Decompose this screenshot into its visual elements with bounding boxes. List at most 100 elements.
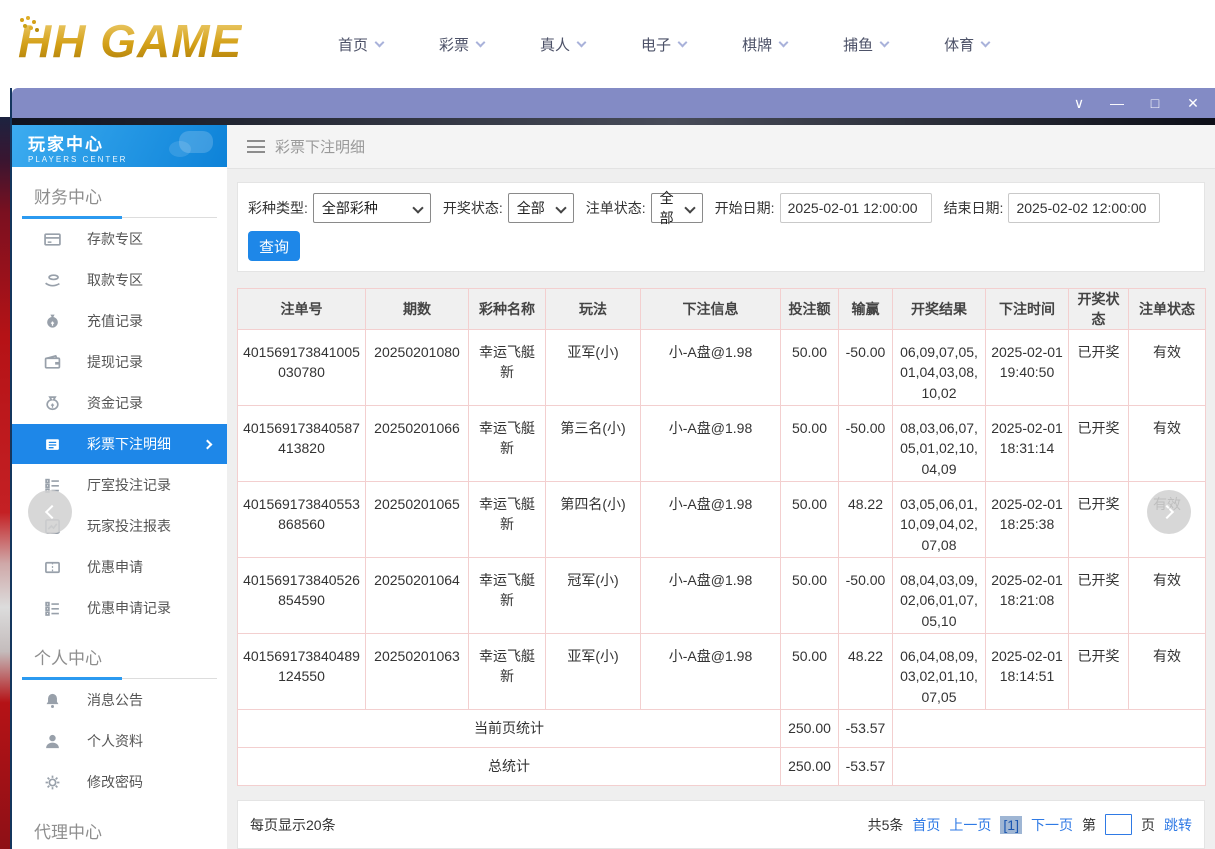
sidebar-section-title: 财务中心 — [22, 183, 217, 218]
sidebar-item-lottery-bet-detail[interactable]: 彩票下注明细 — [12, 424, 227, 464]
sidebar-item-withdrawal-record[interactable]: 提现记录 — [12, 342, 227, 382]
table-cell: 401569173841005030780 — [238, 330, 366, 406]
gamepad-icon — [179, 131, 213, 153]
table-cell: 50.00 — [781, 634, 839, 710]
menu-toggle-icon[interactable] — [247, 140, 265, 153]
sidebar-item-promo-apply[interactable]: 优惠申请 — [12, 547, 227, 587]
nav-lottery[interactable]: 彩票 — [439, 34, 484, 55]
column-header: 开奖结果 — [893, 289, 986, 330]
column-header: 开奖状态 — [1069, 289, 1129, 330]
nav-home[interactable]: 首页 — [338, 34, 383, 55]
sidebar-item-funds-record[interactable]: 资金记录 — [12, 383, 227, 423]
table-header-row: 注单号期数彩种名称玩法下注信息投注额输赢开奖结果下注时间开奖状态注单状态 — [238, 289, 1206, 330]
desktop-background-strip — [0, 117, 10, 849]
person-icon — [44, 733, 61, 750]
draw-status-label: 开奖状态: — [443, 198, 503, 218]
table-cell: 20250201064 — [366, 558, 469, 634]
query-button[interactable]: 查询 — [248, 231, 300, 261]
sidebar-item-promo-apply-record[interactable]: 优惠申请记录 — [12, 588, 227, 628]
table-row: 40156917384048912455020250201063幸运飞艇新亚军(… — [238, 634, 1206, 710]
table-cell: 50.00 — [781, 482, 839, 558]
column-header: 输赢 — [839, 289, 893, 330]
table-cell: 有效 — [1129, 634, 1206, 710]
nav-sports[interactable]: 体育 — [944, 34, 989, 55]
table-cell: 幸运飞艇新 — [469, 330, 546, 406]
chevron-right-icon — [203, 439, 213, 449]
table-row: 40156917384100503078020250201080幸运飞艇新亚军(… — [238, 330, 1206, 406]
start-date-input[interactable] — [780, 193, 932, 223]
chevron-down-icon — [981, 37, 991, 47]
logo-text: HH GAME — [18, 16, 242, 67]
window-close-icon[interactable]: ✕ — [1185, 96, 1201, 110]
table-cell: 小-A盘@1.98 — [641, 634, 781, 710]
page-jump-input[interactable] — [1105, 814, 1132, 835]
pagination-bar: 每页显示20条 共5条 首页 上一页 [1] 下一页 第 页 跳转 — [237, 800, 1205, 849]
summary-bet-total: 250.00 — [781, 748, 839, 786]
sidebar-item-change-password[interactable]: 修改密码 — [12, 762, 227, 802]
brand-logo[interactable]: HH GAME — [18, 16, 242, 67]
table-cell: 2025-02-01 18:14:51 — [986, 634, 1069, 710]
sidebar-item-profile[interactable]: 个人资料 — [12, 721, 227, 761]
bets-table-panel: 注单号期数彩种名称玩法下注信息投注额输赢开奖结果下注时间开奖状态注单状态 401… — [237, 288, 1205, 786]
start-date-label: 开始日期: — [715, 198, 775, 218]
table-cell: 08,03,06,07,05,01,02,10,04,09 — [893, 406, 986, 482]
table-cell: 小-A盘@1.98 — [641, 330, 781, 406]
sidebar-subtitle: PLAYERS CENTER — [28, 155, 227, 164]
current-page-badge[interactable]: [1] — [1000, 816, 1022, 834]
gear-icon — [44, 774, 61, 791]
draw-status-select[interactable]: 全部 — [508, 193, 574, 223]
table-cell: 08,04,03,09,02,06,01,07,05,10 — [893, 558, 986, 634]
chevron-down-icon — [476, 37, 486, 47]
window-minimize-icon[interactable]: — — [1109, 96, 1125, 110]
table-cell: 小-A盘@1.98 — [641, 558, 781, 634]
recharge-bag-icon — [44, 313, 61, 330]
first-page-link[interactable]: 首页 — [912, 815, 940, 835]
nav-electronic[interactable]: 电子 — [641, 34, 686, 55]
sidebar-item-announcements[interactable]: 消息公告 — [12, 680, 227, 720]
lottery-type-select[interactable]: 全部彩种 — [313, 193, 431, 223]
table-cell: 20250201063 — [366, 634, 469, 710]
table-cell: 2025-02-01 19:40:50 — [986, 330, 1069, 406]
sidebar-collapse-button[interactable] — [28, 490, 72, 534]
table-cell: 03,05,06,01,10,09,04,02,07,08 — [893, 482, 986, 558]
jump-suffix: 页 — [1141, 815, 1155, 835]
nav-fishing[interactable]: 捕鱼 — [843, 34, 888, 55]
window-maximize-icon[interactable]: □ — [1147, 96, 1163, 110]
sidebar-header: 玩家中心 PLAYERS CENTER — [12, 125, 227, 167]
nav-boardgames[interactable]: 棋牌 — [742, 34, 787, 55]
table-row: 40156917384055386856020250201065幸运飞艇新第四名… — [238, 482, 1206, 558]
table-cell: 06,09,07,05,01,04,03,08,10,02 — [893, 330, 986, 406]
order-status-select[interactable]: 全部 — [651, 193, 703, 223]
prev-page-link[interactable]: 上一页 — [949, 815, 991, 835]
page-size-text: 每页显示20条 — [250, 815, 336, 835]
jump-button[interactable]: 跳转 — [1164, 815, 1192, 835]
table-cell: 亚军(小) — [546, 634, 641, 710]
table-cell: 已开奖 — [1069, 330, 1129, 406]
column-header: 玩法 — [546, 289, 641, 330]
chevron-left-icon — [45, 505, 59, 519]
table-cell: 2025-02-01 18:25:38 — [986, 482, 1069, 558]
table-cell: 有效 — [1129, 406, 1206, 482]
column-header: 下注时间 — [986, 289, 1069, 330]
page-root: HH GAME 首页 彩票 真人 电子 棋牌 捕鱼 体育 ∨ — □ ✕ 玩家中心 PLAYERS… — [0, 0, 1215, 849]
table-cell: 小-A盘@1.98 — [641, 406, 781, 482]
summary-label: 总统计 — [238, 748, 781, 786]
panel-expand-button[interactable] — [1147, 490, 1191, 534]
column-header: 彩种名称 — [469, 289, 546, 330]
nav-live[interactable]: 真人 — [540, 34, 585, 55]
order-status-label: 注单状态: — [586, 198, 646, 218]
table-cell: 有效 — [1129, 558, 1206, 634]
table-cell: 2025-02-01 18:21:08 — [986, 558, 1069, 634]
table-cell: 第四名(小) — [546, 482, 641, 558]
next-page-link[interactable]: 下一页 — [1031, 815, 1073, 835]
end-date-input[interactable] — [1008, 193, 1160, 223]
sidebar-item-recharge-record[interactable]: 充值记录 — [12, 301, 227, 341]
sidebar-item-deposit-zone[interactable]: 存款专区 — [12, 219, 227, 259]
sidebar-item-withdraw-zone[interactable]: 取款专区 — [12, 260, 227, 300]
table-cell: -50.00 — [839, 406, 893, 482]
table-cell: 已开奖 — [1069, 406, 1129, 482]
bank-card-icon — [44, 231, 61, 248]
window-collapse-icon[interactable]: ∨ — [1071, 96, 1087, 110]
content-header: 彩票下注明细 — [227, 125, 1215, 169]
table-cell: -50.00 — [839, 558, 893, 634]
